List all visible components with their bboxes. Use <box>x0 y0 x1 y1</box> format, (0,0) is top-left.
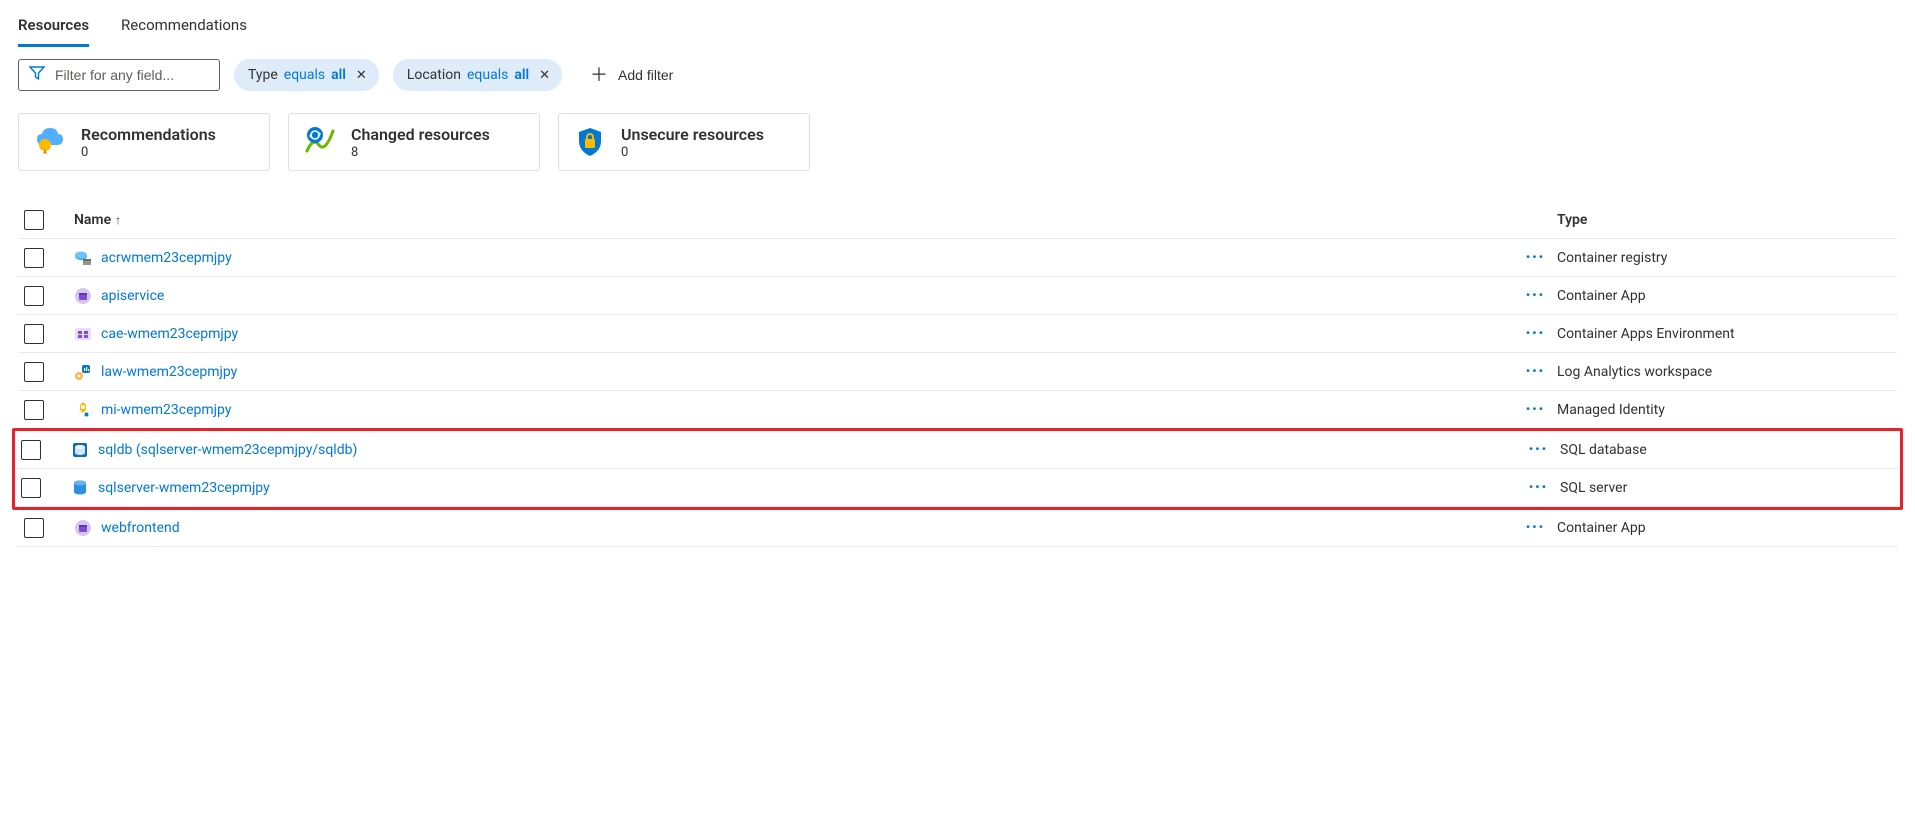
card-unsecure[interactable]: Unsecure resources 0 <box>558 113 810 171</box>
table-row: cae-wmem23cepmjpy ··· Container Apps Env… <box>18 315 1897 353</box>
pill-op: equals <box>467 67 508 83</box>
filter-input-wrap[interactable] <box>18 59 220 91</box>
resource-link[interactable]: sqldb (sqlserver-wmem23cepmjpy/sqldb) <box>98 442 357 458</box>
card-count: 8 <box>351 145 490 160</box>
row-checkbox[interactable] <box>24 518 44 538</box>
law-icon <box>74 363 92 381</box>
table-row: webfrontend ··· Container App <box>18 509 1897 547</box>
add-filter-button[interactable]: ＋ Add filter <box>576 59 687 91</box>
row-checkbox[interactable] <box>24 324 44 344</box>
summary-cards: Recommendations 0 Changed resources 8 <box>18 113 1897 171</box>
col-name-label: Name <box>74 212 111 228</box>
recommend-icon <box>33 125 67 159</box>
more-icon[interactable]: ··· <box>1513 247 1557 268</box>
filter-pill-location[interactable]: Location equals all ✕ <box>393 59 562 91</box>
resource-type: SQL database <box>1560 442 1900 458</box>
resource-link[interactable]: webfrontend <box>101 520 180 536</box>
resource-link[interactable]: cae-wmem23cepmjpy <box>101 326 238 342</box>
pill-op: equals <box>284 67 325 83</box>
close-icon[interactable]: ✕ <box>539 68 550 83</box>
col-type[interactable]: Type <box>1557 212 1897 228</box>
pill-val: all <box>331 67 346 83</box>
table-row: sqlserver-wmem23cepmjpy ··· SQL server <box>15 469 1900 507</box>
close-icon[interactable]: ✕ <box>356 68 367 83</box>
resource-type: Managed Identity <box>1557 402 1897 418</box>
changed-icon <box>303 125 337 159</box>
card-title: Recommendations <box>81 125 216 144</box>
capp-icon <box>74 287 92 305</box>
table-header: Name ↑ Type <box>18 201 1897 239</box>
select-all-checkbox[interactable] <box>24 210 44 230</box>
acr-icon <box>74 249 92 267</box>
resource-link[interactable]: acrwmem23cepmjpy <box>101 250 232 266</box>
col-name[interactable]: Name ↑ <box>74 212 1513 228</box>
more-icon[interactable]: ··· <box>1513 361 1557 382</box>
resource-type: Container registry <box>1557 250 1897 266</box>
tab-resources[interactable]: Resources <box>18 10 89 47</box>
resource-type: Log Analytics workspace <box>1557 364 1897 380</box>
resources-table: Name ↑ Type acrwmem23cepmjpy ··· Containe… <box>18 201 1897 547</box>
plus-icon: ＋ <box>590 66 608 84</box>
table-row: law-wmem23cepmjpy ··· Log Analytics work… <box>18 353 1897 391</box>
table-row: apiservice ··· Container App <box>18 277 1897 315</box>
filter-input[interactable] <box>55 67 209 83</box>
highlight-box: sqldb (sqlserver-wmem23cepmjpy/sqldb) ··… <box>12 428 1903 510</box>
more-icon[interactable]: ··· <box>1513 323 1557 344</box>
add-filter-label: Add filter <box>618 67 673 83</box>
card-recommendations[interactable]: Recommendations 0 <box>18 113 270 171</box>
filter-pill-type[interactable]: Type equals all ✕ <box>234 59 379 91</box>
row-checkbox[interactable] <box>21 440 41 460</box>
capp-icon <box>74 519 92 537</box>
card-changed[interactable]: Changed resources 8 <box>288 113 540 171</box>
resource-link[interactable]: sqlserver-wmem23cepmjpy <box>98 480 270 496</box>
pill-field: Location <box>407 67 461 83</box>
table-row: sqldb (sqlserver-wmem23cepmjpy/sqldb) ··… <box>15 431 1900 469</box>
mi-icon <box>74 401 92 419</box>
funnel-icon <box>29 65 45 85</box>
table-row: acrwmem23cepmjpy ··· Container registry <box>18 239 1897 277</box>
row-checkbox[interactable] <box>21 478 41 498</box>
card-title: Changed resources <box>351 125 490 144</box>
tab-bar: Resources Recommendations <box>18 10 1897 47</box>
pill-val: all <box>514 67 529 83</box>
more-icon[interactable]: ··· <box>1513 517 1557 538</box>
resource-type: Container App <box>1557 520 1897 536</box>
row-checkbox[interactable] <box>24 400 44 420</box>
resource-type: Container App <box>1557 288 1897 304</box>
row-checkbox[interactable] <box>24 362 44 382</box>
filter-bar: Type equals all ✕ Location equals all ✕ … <box>18 59 1897 91</box>
table-row: mi-wmem23cepmjpy ··· Managed Identity <box>18 391 1897 429</box>
sqlsrv-icon <box>71 479 89 497</box>
row-checkbox[interactable] <box>24 286 44 306</box>
card-count: 0 <box>81 145 216 160</box>
shield-icon <box>573 125 607 159</box>
row-checkbox[interactable] <box>24 248 44 268</box>
card-title: Unsecure resources <box>621 125 764 144</box>
pill-field: Type <box>248 67 278 83</box>
resource-type: Container Apps Environment <box>1557 326 1897 342</box>
card-count: 0 <box>621 145 764 160</box>
resource-link[interactable]: mi-wmem23cepmjpy <box>101 402 231 418</box>
more-icon[interactable]: ··· <box>1513 285 1557 306</box>
more-icon[interactable]: ··· <box>1513 399 1557 420</box>
sort-asc-icon: ↑ <box>115 213 121 227</box>
more-icon[interactable]: ··· <box>1516 477 1560 498</box>
resource-link[interactable]: law-wmem23cepmjpy <box>101 364 237 380</box>
cae-icon <box>74 325 92 343</box>
tab-recommendations[interactable]: Recommendations <box>121 10 247 47</box>
more-icon[interactable]: ··· <box>1516 439 1560 460</box>
resource-link[interactable]: apiservice <box>101 288 164 304</box>
sqldb-icon <box>71 441 89 459</box>
resource-type: SQL server <box>1560 480 1900 496</box>
